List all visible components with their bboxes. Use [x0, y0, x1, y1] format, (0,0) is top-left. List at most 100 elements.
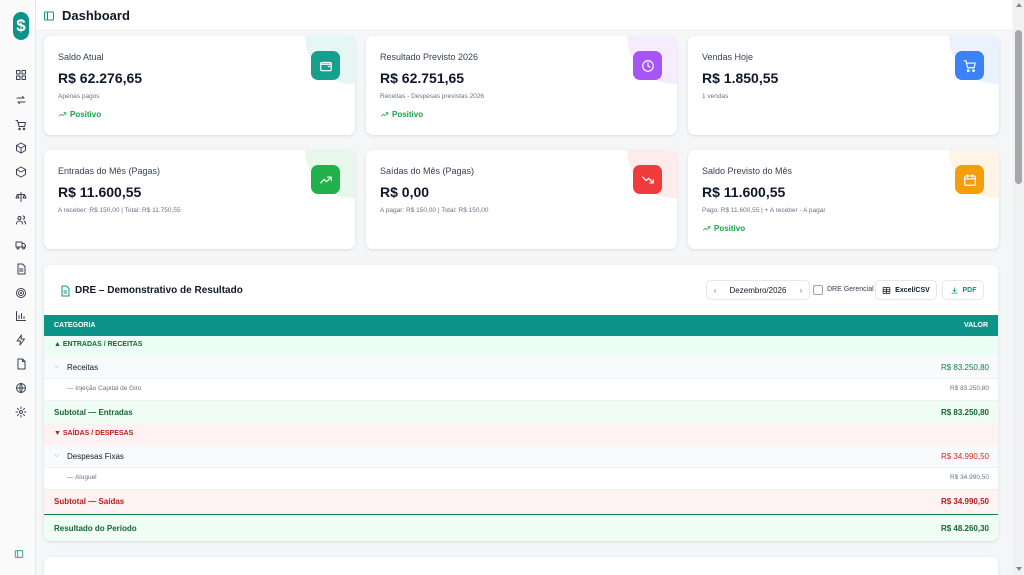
row-label: — Aluguel	[67, 474, 97, 481]
sidebar-toggle-icon[interactable]	[43, 9, 55, 21]
excel-export-label: Excel/CSV	[895, 286, 930, 294]
clock-icon	[633, 51, 662, 80]
card-value: R$ 1.850,55	[702, 70, 779, 86]
dre-row-leaf: — Injeção Capital de Giro R$ 83.250,80	[44, 379, 998, 401]
row-label: Receitas	[67, 363, 99, 372]
pdf-export-button[interactable]: PDF	[942, 280, 984, 300]
dre-gerencial-checkbox[interactable]	[813, 285, 823, 295]
card-value: R$ 0,00	[380, 184, 430, 200]
dre-title: DRE – Demonstrativo de Resultado	[75, 285, 243, 296]
stat-card: Vendas Hoje R$ 1.850,55 1 vendas	[688, 36, 999, 135]
download-icon	[951, 287, 957, 293]
row-label: Resultado do Período	[54, 524, 137, 533]
chevron-down-icon[interactable]: ⌵	[54, 452, 59, 460]
card-label: Entradas do Mês (Pagas)	[58, 166, 161, 176]
row-value: R$ 48.260,30	[940, 524, 989, 533]
column-category: CATEGORIA	[54, 322, 96, 329]
trend-up-icon	[58, 112, 67, 117]
dre-row-section-in: ▲ ENTRADAS / RECEITAS	[44, 336, 998, 356]
prev-month-button[interactable]: ‹	[707, 286, 723, 295]
document-icon[interactable]	[14, 357, 28, 371]
stat-card: Entradas do Mês (Pagas) R$ 11.600,55 A rec…	[44, 150, 355, 249]
scrollbar[interactable]	[1013, 0, 1024, 575]
trend-label: Positivo	[714, 224, 746, 233]
stat-card: Saldo Atual R$ 62.276,65 Apenas pagos Posit…	[44, 36, 355, 135]
top-bar: Dashboard	[36, 0, 1012, 31]
grid-icon[interactable]	[14, 68, 28, 82]
stat-card: Saldo Previsto do Mês R$ 11.600,55 Pago: R…	[688, 150, 999, 249]
scroll-thumb[interactable]	[1015, 30, 1022, 184]
card-label: Saldo Previsto do Mês	[702, 166, 793, 176]
card-label: Saldo Atual	[58, 52, 104, 62]
bar-chart-icon[interactable]	[14, 309, 28, 323]
zap-icon[interactable]	[14, 333, 28, 347]
users-icon[interactable]	[14, 213, 28, 227]
trend-down-icon	[633, 165, 662, 194]
row-label: Despesas Fixas	[67, 452, 124, 461]
month-selector: ‹ Dezembro/2026 ›	[706, 280, 810, 300]
card-subtext: A receber: R$ 150,00 | Total: R$ 11.750,…	[58, 207, 181, 214]
trend-up-icon	[380, 112, 389, 117]
card-value: R$ 62.276,65	[58, 70, 143, 86]
dre-row-group[interactable]: ⌵ Receitas R$ 83.250,80	[44, 356, 998, 379]
dre-row-section-out: ▼ SAÍDAS / DESPESAS	[44, 424, 998, 445]
cart-icon[interactable]	[14, 118, 28, 132]
trend-indicator: Positivo	[702, 224, 745, 233]
card-value: R$ 11.600,55	[58, 184, 142, 200]
sidebar: $	[0, 0, 36, 575]
dre-gerencial-label: DRE Gerencial	[827, 286, 874, 293]
card-label: Saídas do Mês (Pagas)	[380, 166, 475, 176]
card-subtext: Pago: R$ 11.600,55 | + A receber - A pag…	[702, 207, 826, 214]
card-value: R$ 62.751,65	[380, 70, 465, 86]
row-value: R$ 83.250,80	[940, 363, 989, 372]
trend-up-icon	[702, 226, 711, 231]
row-value: R$ 34.990,50	[940, 497, 989, 506]
gear-icon[interactable]	[14, 405, 28, 419]
stat-card: Saídas do Mês (Pagas) R$ 0,00 A pagar: R$ …	[366, 150, 677, 249]
scale-icon[interactable]	[14, 190, 28, 204]
row-label: — Injeção Capital de Giro	[67, 385, 142, 392]
card-subtext: 1 vendas	[702, 93, 729, 100]
dre-row-subtotal-in: Subtotal — Entradas R$ 83.250,80	[44, 401, 998, 424]
row-value: R$ 83.250,80	[949, 385, 989, 392]
pdf-export-label: PDF	[962, 286, 977, 294]
row-value: R$ 83.250,80	[940, 408, 989, 417]
file-icon[interactable]	[14, 262, 28, 276]
row-label: ▼ SAÍDAS / DESPESAS	[54, 430, 134, 437]
card-label: Resultado Previsto 2026	[380, 52, 479, 62]
dre-row-leaf: — Aluguel R$ 34.990,50	[44, 468, 998, 490]
row-value: R$ 34.990,50	[949, 474, 989, 481]
card-subtext: Receitas - Despesas previstas 2026	[380, 93, 485, 100]
next-month-button[interactable]: ›	[793, 286, 809, 295]
dre-panel: DRE – Demonstrativo de Resultado ‹ Dezem…	[44, 265, 998, 541]
row-label: Subtotal — Saídas	[54, 497, 125, 506]
logo[interactable]: $	[13, 12, 29, 40]
box-icon[interactable]	[14, 141, 28, 155]
document-icon	[59, 284, 71, 297]
excel-export-button[interactable]: Excel/CSV	[875, 280, 937, 300]
scroll-down-arrow[interactable]	[1016, 567, 1022, 571]
trend-up-icon	[311, 165, 340, 194]
truck-icon[interactable]	[14, 238, 28, 252]
table-header: CATEGORIA VALOR	[44, 315, 998, 336]
row-label: ▲ ENTRADAS / RECEITAS	[54, 341, 143, 348]
dre-row-subtotal-out: Subtotal — Saídas R$ 34.990,50	[44, 490, 998, 514]
target-icon[interactable]	[14, 286, 28, 300]
column-value: VALOR	[964, 322, 988, 329]
next-panel	[44, 557, 998, 575]
trend-label: Positivo	[392, 110, 424, 119]
card-subtext: Apenas pagos	[58, 93, 100, 100]
row-label: Subtotal — Entradas	[54, 408, 133, 417]
globe-icon[interactable]	[14, 381, 28, 395]
arrows-icon[interactable]	[14, 93, 28, 107]
chevron-down-icon[interactable]: ⌵	[54, 363, 59, 371]
trend-indicator: Positivo	[380, 110, 423, 119]
dre-row-group[interactable]: ⌵ Despesas Fixas R$ 34.990,50	[44, 445, 998, 468]
table-icon	[882, 286, 891, 294]
row-value: R$ 34.990,50	[940, 452, 989, 461]
scroll-up-arrow[interactable]	[1016, 3, 1022, 7]
package-icon[interactable]	[14, 165, 28, 179]
calendar-icon	[955, 165, 984, 194]
card-subtext: A pagar: R$ 150,00 | Total: R$ 150,00	[380, 207, 489, 214]
collapse-sidebar-icon[interactable]	[14, 546, 24, 558]
